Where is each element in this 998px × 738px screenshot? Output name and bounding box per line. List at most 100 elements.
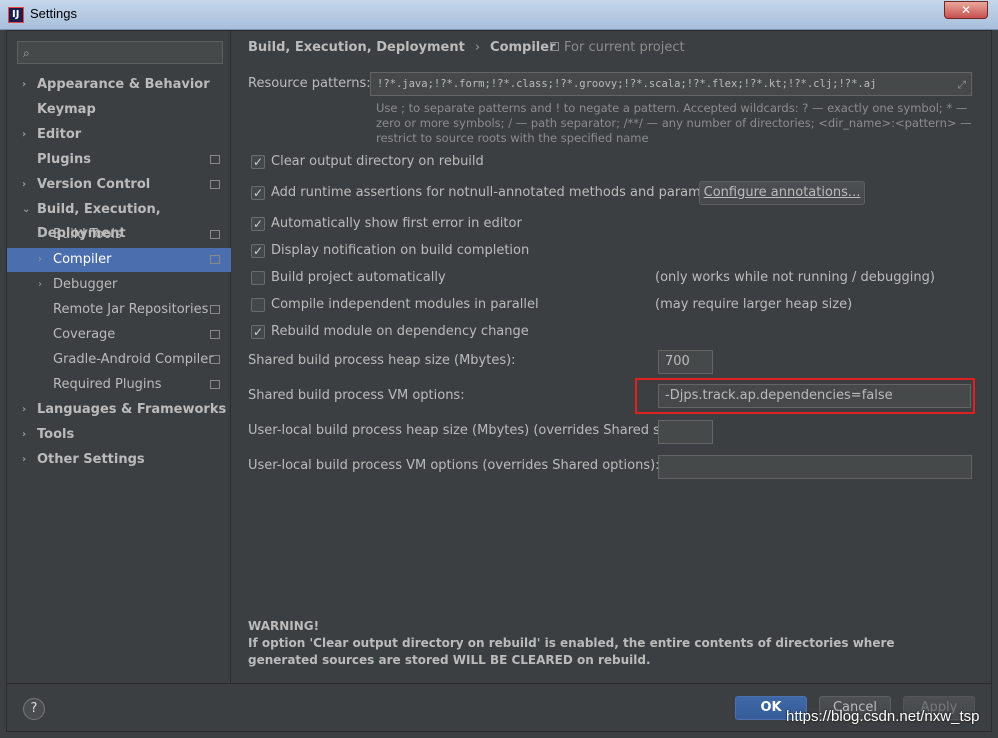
help-icon[interactable]: ? — [23, 698, 45, 720]
breadcrumb-parent[interactable]: Build, Execution, Deployment — [248, 40, 465, 55]
settings-search-input[interactable]: ⌕ — [17, 41, 223, 64]
option-note: (only works while not running / debuggin… — [655, 270, 935, 285]
project-level-icon — [210, 355, 220, 364]
sidebar-item[interactable]: › Build Tools — [7, 223, 231, 247]
sidebar-item-label: Debugger — [53, 277, 118, 292]
sidebar-item-label: Plugins — [37, 152, 91, 167]
project-scope-icon — [550, 42, 559, 51]
warning-title: WARNING! — [248, 619, 320, 633]
sidebar-item-label: Tools — [37, 427, 75, 442]
sidebar-item-label: Required Plugins — [53, 377, 162, 392]
vm-options-label: Shared build process VM options: — [248, 388, 465, 403]
sidebar-item-label: Version Control — [37, 177, 151, 192]
sidebar-item[interactable]: Remote Jar Repositories — [7, 298, 231, 322]
sidebar-item[interactable]: › Languages & Frameworks — [7, 398, 231, 422]
window-title: Settings — [30, 6, 77, 21]
option-label: Compile independent modules in parallel — [271, 297, 539, 312]
warning-text: If option 'Clear output directory on reb… — [248, 636, 895, 667]
chevron-right-icon[interactable]: › — [22, 448, 26, 472]
heap-size-input[interactable]: 700 — [658, 350, 713, 374]
checkbox-checked-icon[interactable]: ✓ — [251, 217, 265, 231]
project-level-icon — [210, 155, 220, 164]
sidebar-item[interactable]: Keymap — [7, 98, 231, 122]
sidebar-item-label: Other Settings — [37, 452, 145, 467]
resource-patterns-input[interactable]: !?*.java;!?*.form;!?*.class;!?*.groovy;!… — [370, 72, 972, 96]
heap-size-label: Shared build process heap size (Mbytes): — [248, 353, 516, 368]
checkbox-checked-icon[interactable]: ✓ — [251, 325, 265, 339]
sidebar-item[interactable]: › Compiler — [7, 248, 231, 272]
breadcrumb-current: Compiler — [490, 40, 556, 55]
checkbox-checked-icon[interactable]: ✓ — [251, 155, 265, 169]
resource-patterns-value: !?*.java;!?*.form;!?*.class;!?*.groovy;!… — [377, 78, 877, 90]
compiler-settings-panel: Build, Execution, Deployment › Compiler Fo… — [232, 31, 991, 683]
sidebar-item[interactable]: Coverage — [7, 323, 231, 347]
resource-patterns-hint: Use ; to separate patterns and ! to nega… — [376, 101, 972, 145]
chevron-right-icon[interactable]: › — [22, 173, 26, 197]
warning-message: WARNING! If option 'Clear output directo… — [248, 618, 968, 669]
project-scope-label: For current project — [550, 40, 685, 55]
watermark-text: https://blog.csdn.net/nxw_tsp — [786, 708, 980, 725]
option-label: Clear output directory on rebuild — [271, 154, 484, 169]
sidebar-item[interactable]: › Version Control — [7, 173, 231, 197]
sidebar-item[interactable]: › Tools — [7, 423, 231, 447]
sidebar-item-label: Keymap — [37, 102, 96, 117]
red-highlight-box — [635, 378, 975, 414]
breadcrumb-separator: › — [474, 40, 481, 55]
project-level-icon — [210, 255, 220, 264]
project-level-icon — [210, 180, 220, 189]
settings-dialog: ⌕ › Appearance & Behavior Keymap › Editor Plu… — [6, 30, 992, 732]
checkbox-unchecked-icon[interactable] — [251, 271, 265, 285]
project-level-icon — [210, 330, 220, 339]
checkbox-checked-icon[interactable]: ✓ — [251, 244, 265, 258]
close-window-button[interactable]: ✕ — [944, 1, 988, 19]
chevron-right-icon[interactable]: › — [38, 248, 42, 272]
sidebar-item-label: Appearance & Behavior — [37, 77, 210, 92]
sidebar-item-label: Build Tools — [53, 227, 122, 242]
search-icon: ⌕ — [23, 46, 30, 60]
sidebar-item-label: Gradle-Android Compiler — [53, 352, 214, 367]
chevron-right-icon[interactable]: › — [22, 423, 26, 447]
checkbox-unchecked-icon[interactable] — [251, 298, 265, 312]
chevron-right-icon[interactable]: › — [38, 223, 42, 247]
chevron-right-icon[interactable]: › — [22, 398, 26, 422]
option-note: (may require larger heap size) — [655, 297, 853, 312]
resource-patterns-label: Resource patterns: — [248, 76, 371, 91]
title-bar: IJ Settings ✕ — [0, 0, 998, 30]
sidebar-item-label: Languages & Frameworks — [37, 402, 227, 417]
user-vm-options-label: User-local build process VM options (ove… — [248, 458, 660, 473]
chevron-right-icon[interactable]: › — [22, 73, 26, 97]
chevron-down-icon[interactable]: ⌄ — [22, 198, 30, 222]
sidebar-item[interactable]: › Debugger — [7, 273, 231, 297]
breadcrumb: Build, Execution, Deployment › Compiler — [248, 40, 556, 55]
intellij-app-icon: IJ — [8, 7, 24, 23]
sidebar-item[interactable]: Required Plugins — [7, 373, 231, 397]
project-level-icon — [210, 230, 220, 239]
configure-annotations-button[interactable]: Configure annotations... — [699, 181, 865, 205]
settings-sidebar: ⌕ › Appearance & Behavior Keymap › Editor Plu… — [7, 31, 231, 683]
sidebar-item[interactable]: › Editor — [7, 123, 231, 147]
sidebar-item-label: Remote Jar Repositories — [53, 302, 209, 317]
sidebar-item-label: Coverage — [53, 327, 116, 342]
project-level-icon — [210, 380, 220, 389]
checkbox-checked-icon[interactable]: ✓ — [251, 186, 265, 200]
option-label: Build project automatically — [271, 270, 446, 285]
sidebar-item-label: Editor — [37, 127, 82, 142]
chevron-right-icon[interactable]: › — [38, 273, 42, 297]
project-scope-text: For current project — [564, 40, 685, 55]
sidebar-item-label: Compiler — [53, 252, 112, 267]
option-label: Add runtime assertions for notnull-annot… — [271, 185, 735, 200]
sidebar-item[interactable]: Plugins — [7, 148, 231, 172]
project-level-icon — [210, 305, 220, 314]
user-heap-size-input[interactable] — [658, 420, 713, 444]
user-heap-size-label: User-local build process heap size (Mbyt… — [248, 423, 688, 438]
configure-annotations-label: Configure annotations... — [703, 185, 861, 200]
option-label: Automatically show first error in editor — [271, 216, 522, 231]
option-label: Rebuild module on dependency change — [271, 324, 529, 339]
sidebar-item[interactable]: › Other Settings — [7, 448, 231, 472]
sidebar-item[interactable]: ⌄ Build, Execution, Deployment — [7, 198, 231, 241]
sidebar-item[interactable]: › Appearance & Behavior — [7, 73, 231, 97]
user-vm-options-input[interactable] — [658, 455, 972, 479]
chevron-right-icon[interactable]: › — [22, 123, 26, 147]
expand-icon[interactable]: ⤢ — [958, 74, 966, 95]
sidebar-item[interactable]: Gradle-Android Compiler — [7, 348, 231, 372]
